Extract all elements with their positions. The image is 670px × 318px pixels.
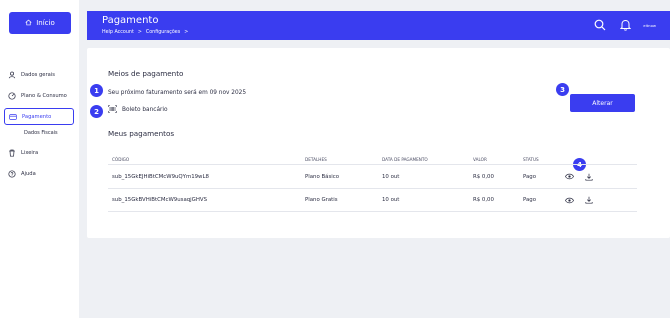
- breadcrumb-help-account[interactable]: Help Account: [102, 30, 134, 35]
- step-badge-2: 2: [90, 105, 103, 118]
- cell-code: sub_15GkEJHiBtCMcW9uQYm19wL8: [112, 173, 209, 180]
- cell-value: R$ 0,00: [473, 197, 494, 203]
- change-payment-button[interactable]: Alterar: [570, 94, 635, 112]
- page-header: Pagamento Help Account > Configurações >…: [87, 11, 670, 40]
- breadcrumb: Help Account > Configurações >: [102, 30, 188, 35]
- sidebar-item-label: Plano & Consumo: [21, 92, 67, 99]
- table-row: sub_15GkEJHiBtCMcW9uQYm19wL8 Plano Básic…: [108, 164, 637, 188]
- step-badge-1: 1: [90, 84, 103, 97]
- user-menu[interactable]: eitnow: [643, 23, 656, 28]
- cell-status: Pago: [523, 197, 537, 203]
- payment-method-label: Boleto bancário: [122, 107, 168, 113]
- cell-code: sub_15GkBVHiBtCMcW9usaqjGHVS: [112, 197, 208, 203]
- credit-card-icon: [9, 113, 17, 121]
- home-label: Início: [36, 19, 55, 27]
- home-icon: [25, 19, 32, 28]
- dashboard-icon: [8, 91, 16, 100]
- sidebar-item-dados-gerais[interactable]: Dados gerais: [4, 66, 74, 83]
- my-payments-title: Meus pagamentos: [108, 129, 175, 138]
- sidebar-item-label: Lixeira: [21, 149, 39, 156]
- column-header-code: CÓDIGO: [112, 156, 130, 162]
- search-icon[interactable]: [593, 18, 607, 32]
- table-row: sub_15GkBVHiBtCMcW9usaqjGHVS Plano Grati…: [108, 188, 637, 212]
- barcode-icon: [108, 105, 117, 115]
- cell-date: 10 out: [382, 197, 400, 203]
- payments-table: CÓDIGO DETALHES DATA DE PAGAMENTO VALOR …: [108, 154, 637, 212]
- cell-value: R$ 0,00: [473, 173, 494, 180]
- breadcrumb-separator: >: [184, 30, 189, 35]
- download-icon[interactable]: [584, 172, 593, 181]
- cell-details: Plano Básico: [305, 173, 340, 180]
- next-billing-text: Seu próximo faturamento será em 09 nov 2…: [108, 90, 247, 96]
- sidebar-item-label: Pagamento: [22, 113, 52, 120]
- eye-icon[interactable]: [565, 196, 574, 205]
- cell-date: 10 out: [382, 173, 400, 180]
- column-header-date: DATA DE PAGAMENTO: [382, 156, 428, 162]
- help-icon: [8, 169, 16, 178]
- sidebar-item-label: Ajuda: [21, 170, 36, 177]
- sidebar: Início Dados gerais Plano & Consumo Paga…: [0, 0, 79, 318]
- sidebar-subitem-dados-fiscais[interactable]: Dados Fiscais: [4, 127, 74, 139]
- column-header-status: STATUS: [523, 156, 539, 162]
- column-header-details: DETALHES: [305, 156, 327, 162]
- payment-method-row: Boleto bancário: [108, 105, 168, 115]
- column-header-value: VALOR: [473, 156, 487, 162]
- breadcrumb-separator: >: [137, 30, 142, 35]
- user-icon: [8, 71, 16, 79]
- trash-icon: [8, 149, 16, 157]
- sidebar-item-pagamento[interactable]: Pagamento: [4, 108, 74, 125]
- sidebar-item-plano-consumo[interactable]: Plano & Consumo: [4, 87, 74, 104]
- breadcrumb-configuracoes[interactable]: Configurações: [146, 30, 180, 35]
- download-icon[interactable]: [584, 196, 593, 205]
- sidebar-item-label: Dados gerais: [21, 71, 55, 78]
- header-actions: eitnow: [593, 18, 670, 32]
- sidebar-item-ajuda[interactable]: Ajuda: [4, 165, 74, 182]
- payment-card: Meios de pagamento 1 Seu próximo faturam…: [87, 48, 670, 238]
- page-title: Pagamento: [102, 15, 159, 26]
- payment-methods-title: Meios de pagamento: [108, 69, 184, 78]
- cell-details: Plano Gratis: [305, 197, 338, 203]
- bell-icon[interactable]: [618, 18, 632, 32]
- cell-status: Pago: [523, 173, 537, 180]
- step-badge-3: 3: [556, 83, 569, 96]
- sidebar-item-lixeira[interactable]: Lixeira: [4, 144, 74, 161]
- eye-icon[interactable]: [565, 172, 574, 181]
- sidebar-nav: Dados gerais Plano & Consumo Pagamento D…: [4, 66, 74, 186]
- table-header: CÓDIGO DETALHES DATA DE PAGAMENTO VALOR …: [108, 154, 637, 164]
- home-button[interactable]: Início: [9, 12, 71, 34]
